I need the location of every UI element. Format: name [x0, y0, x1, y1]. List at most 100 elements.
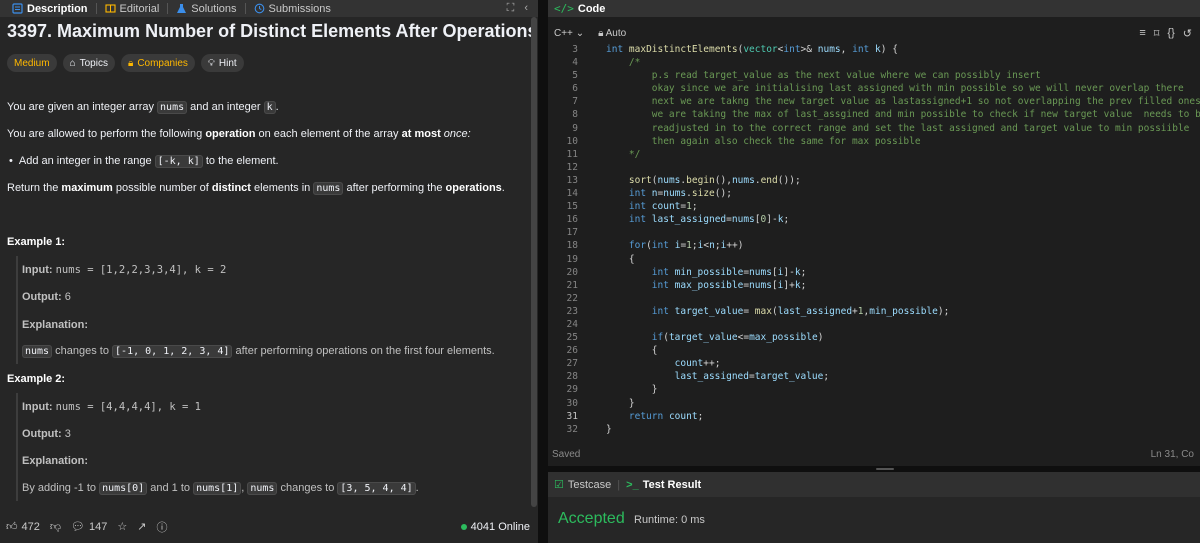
code-lines[interactable]: int maxDistinctElements(vector<int>& num… — [606, 43, 1200, 436]
line-number: 16 — [566, 214, 578, 226]
code-line[interactable]: int last_assigned=nums[0]-k; — [606, 213, 1200, 226]
code-line[interactable]: int max_possible=nums[i]+k; — [606, 279, 1200, 292]
online-dot-icon — [460, 523, 467, 530]
input-value: nums = [4,4,4,4], k = 1 — [55, 401, 202, 413]
inline-code: k — [263, 101, 276, 114]
lightbulb-icon: 💡︎ — [207, 57, 215, 69]
code-line[interactable]: sort(nums.begin(),nums.end()); — [606, 174, 1200, 187]
example-heading-text: Example 1: — [7, 236, 66, 248]
line-number: 10 — [566, 135, 578, 147]
inline-code: nums — [313, 182, 344, 195]
code-line[interactable]: then again also check the same for max p… — [606, 135, 1200, 148]
question-icon: ⓘ — [156, 521, 168, 534]
result-panel: ☑ Testcase | >_ Test Result Accepted Run… — [548, 472, 1200, 543]
code-editor[interactable]: 3 4 5 6 7 8 9 10 11 12 13 14 15 16 17 18 19 20 21 22 23 24 25 2… — [548, 43, 1200, 441]
scroll-thumb[interactable] — [531, 17, 537, 507]
italic-text: once: — [440, 128, 471, 140]
panel-divider[interactable] — [538, 0, 548, 543]
hint-label: Hint — [218, 57, 237, 69]
code-line[interactable]: } — [606, 397, 1200, 410]
code-line[interactable]: } — [606, 383, 1200, 396]
description-bullet: • Add an integer in the range [-k, k] to … — [7, 155, 279, 168]
code-line[interactable]: { — [606, 253, 1200, 266]
code-icon: </> — [554, 2, 574, 15]
code-line[interactable]: okay since we are initialising last assi… — [606, 82, 1200, 95]
tab-testcase[interactable]: ☑ Testcase — [554, 478, 611, 492]
tab-test-result[interactable]: >_ Test Result — [626, 479, 701, 491]
explanation-label: Explanation: — [22, 319, 89, 331]
code-line[interactable]: return count; — [606, 410, 1200, 423]
comments-button[interactable]: 💬︎ 147 — [71, 520, 107, 534]
tab-editorial[interactable]: Editorial — [97, 0, 168, 17]
auto-label: Auto — [605, 27, 627, 39]
code-line[interactable] — [606, 318, 1200, 331]
code-line[interactable]: readjusted in to the correct range and s… — [606, 122, 1200, 135]
dislike-button[interactable]: 👎︎ — [50, 520, 61, 533]
line-number: 15 — [566, 201, 578, 213]
text-span: . — [275, 101, 279, 113]
companies-button[interactable]: 🔒︎ Companies — [120, 54, 195, 72]
code-line[interactable]: { — [606, 344, 1200, 357]
input-label: Input: — [22, 264, 53, 276]
code-line[interactable]: int target_value= max(last_assigned+1,mi… — [606, 305, 1200, 318]
bookmark-icon[interactable]: ⌑ — [1154, 27, 1160, 40]
hint-button[interactable]: 💡︎ Hint — [200, 54, 244, 72]
share-icon: ↗ — [137, 521, 147, 533]
resize-grip[interactable] — [876, 468, 894, 470]
problem-scrollbar[interactable] — [530, 17, 538, 513]
star-icon: ☆ — [117, 521, 128, 533]
code-line[interactable]: next we are takng the new target value a… — [606, 95, 1200, 108]
code-line[interactable]: } — [606, 423, 1200, 436]
line-number: 29 — [566, 384, 578, 396]
code-line[interactable]: for(int i=1;i<n;i++) — [606, 239, 1200, 252]
code-line[interactable]: */ — [606, 148, 1200, 161]
code-line[interactable] — [606, 226, 1200, 239]
output-label: Output: — [22, 291, 62, 303]
language-label: C++ — [554, 27, 573, 39]
history-icon — [254, 3, 265, 14]
example-1-input: Input: nums = [1,2,2,3,3,4], k = 2 — [22, 264, 226, 276]
example-2-block: Input: nums = [4,4,4,4], k = 1 Output: 3… — [16, 393, 528, 501]
bold-text: operations — [445, 182, 502, 194]
code-line[interactable]: int maxDistinctElements(vector<int>& num… — [606, 43, 1200, 56]
code-line[interactable]: int min_possible=nums[i]-k; — [606, 266, 1200, 279]
code-line[interactable]: count++; — [606, 357, 1200, 370]
checkbox-icon: ☑ — [554, 479, 564, 491]
auto-mode[interactable]: 🔒︎ Auto — [598, 28, 626, 39]
line-number: 5 — [572, 70, 578, 82]
result-status: Accepted — [558, 510, 625, 527]
tab-submissions[interactable]: Submissions — [246, 0, 339, 17]
code-line[interactable] — [606, 292, 1200, 305]
text-span: By adding -1 to — [22, 482, 100, 494]
favorite-button[interactable]: ☆ — [117, 520, 127, 533]
cursor-position: Ln 31, Co — [1150, 449, 1194, 460]
braces-icon[interactable]: {} — [1167, 27, 1174, 40]
output-label: Output: — [22, 428, 62, 440]
code-line[interactable]: if(target_value<=max_possible) — [606, 331, 1200, 344]
tab-solutions-label: Solutions — [191, 2, 237, 15]
collapse-left-icon[interactable]: ‹ — [524, 2, 528, 15]
language-select[interactable]: C++ ⌄ — [554, 28, 584, 39]
code-line[interactable]: p.s read target_value as the next value … — [606, 69, 1200, 82]
code-line[interactable]: /* — [606, 56, 1200, 69]
reset-icon[interactable]: ↺ — [1183, 27, 1192, 40]
tab-description[interactable]: Description — [4, 0, 96, 17]
topics-button[interactable]: ⌂ Topics — [62, 54, 115, 72]
format-icon[interactable]: ≡ — [1139, 27, 1145, 40]
like-button[interactable]: 👍︎ 472 — [6, 520, 40, 534]
tab-description-label: Description — [27, 2, 88, 15]
code-line[interactable]: last_assigned=target_value; — [606, 370, 1200, 383]
line-numbers: 3 4 5 6 7 8 9 10 11 12 13 14 15 16 17 18 19 20 21 22 23 24 25 2… — [548, 43, 578, 436]
description-icon — [12, 3, 23, 14]
inline-code: [-1, 0, 1, 2, 3, 4] — [112, 345, 233, 358]
help-button[interactable]: ⓘ — [156, 519, 167, 535]
line-number: 23 — [566, 305, 578, 317]
code-line[interactable]: we are taking the max of last_assgined a… — [606, 108, 1200, 121]
share-button[interactable]: ↗ — [137, 520, 146, 533]
code-line[interactable]: int count=1; — [606, 200, 1200, 213]
tab-solutions[interactable]: Solutions — [168, 0, 244, 17]
code-line[interactable] — [606, 161, 1200, 174]
expand-icon[interactable]: ⛶ — [507, 2, 515, 15]
code-line[interactable]: int n=nums.size(); — [606, 187, 1200, 200]
book-icon — [104, 3, 116, 14]
